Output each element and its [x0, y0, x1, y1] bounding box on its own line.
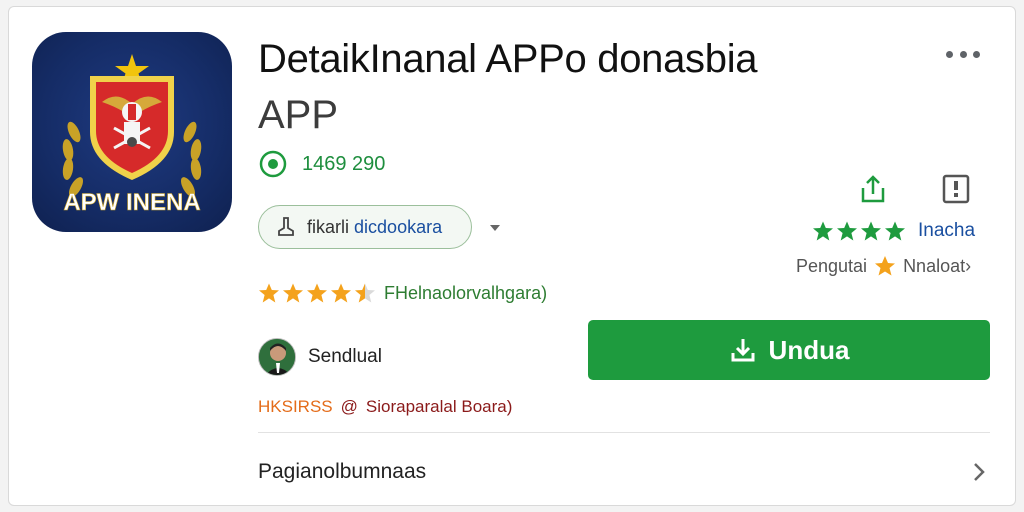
developer-name[interactable]: Nnaloat›: [903, 256, 971, 277]
rating-stars: [258, 282, 376, 304]
app-icon-text: APW INENA: [63, 189, 200, 216]
star-badge-icon: [875, 256, 896, 276]
install-button[interactable]: Undua: [588, 320, 990, 380]
developer-line: Pengutai Nnaloat›: [796, 253, 971, 279]
developer-icon: [278, 217, 294, 236]
green-rating: Inacha: [812, 218, 975, 244]
share-icon[interactable]: [856, 172, 890, 206]
download-count-icon: [259, 150, 287, 178]
developer-chip[interactable]: fikarli dicdookara: [258, 205, 472, 249]
app-subtitle: APP: [258, 93, 339, 137]
star-icon: [813, 221, 833, 241]
meta-tag: HKSIRSS: [258, 397, 333, 416]
meta-separator: @: [340, 397, 358, 416]
star-icon: [259, 283, 279, 303]
developer-prefix: Pengutai: [796, 255, 868, 276]
app-emblem-icon: APW INENA: [32, 32, 232, 232]
more-options-icon[interactable]: [940, 40, 986, 68]
chevron-right-icon: [974, 463, 985, 481]
star-icon: [837, 221, 857, 241]
downloads-row: 1469 290: [258, 148, 385, 180]
star-icon: [331, 283, 351, 303]
star-icon: [307, 283, 327, 303]
chip-prefix: fikarli: [307, 216, 350, 237]
green-rating-label[interactable]: Inacha: [918, 220, 975, 242]
star-icon: [283, 283, 303, 303]
avatar: [258, 338, 296, 376]
section-label: Pagianolbumnaas: [258, 460, 427, 483]
rating-label: FHelnaolorvalhgara): [384, 282, 548, 303]
section-row[interactable]: Pagianolbumnaas: [258, 450, 990, 494]
chevron-down-icon[interactable]: [484, 216, 506, 238]
seller-row: Sendlual: [258, 336, 382, 378]
divider: [258, 432, 990, 433]
star-icon: [885, 221, 905, 241]
chip-text: fikarli dicdookara: [307, 217, 442, 238]
app-title: DetaikInanal APPo donasbia: [258, 37, 758, 81]
seller-name[interactable]: Sendlual: [308, 346, 382, 368]
download-icon: [731, 339, 755, 362]
install-label: Undua: [768, 334, 850, 365]
rating-row: FHelnaolorvalhgara): [258, 280, 547, 306]
report-flag-icon[interactable]: [940, 172, 972, 206]
star-icon: [861, 221, 881, 241]
chip-link: dicdookara: [354, 216, 443, 237]
downloads-count: 1469 290: [302, 152, 386, 175]
green-rating-stars: [812, 220, 906, 242]
meta-line: HKSIRSS @ Sioraparalal Boara): [258, 396, 512, 418]
star-icon: [355, 283, 375, 303]
meta-text: Sioraparalal Boara): [365, 397, 513, 416]
